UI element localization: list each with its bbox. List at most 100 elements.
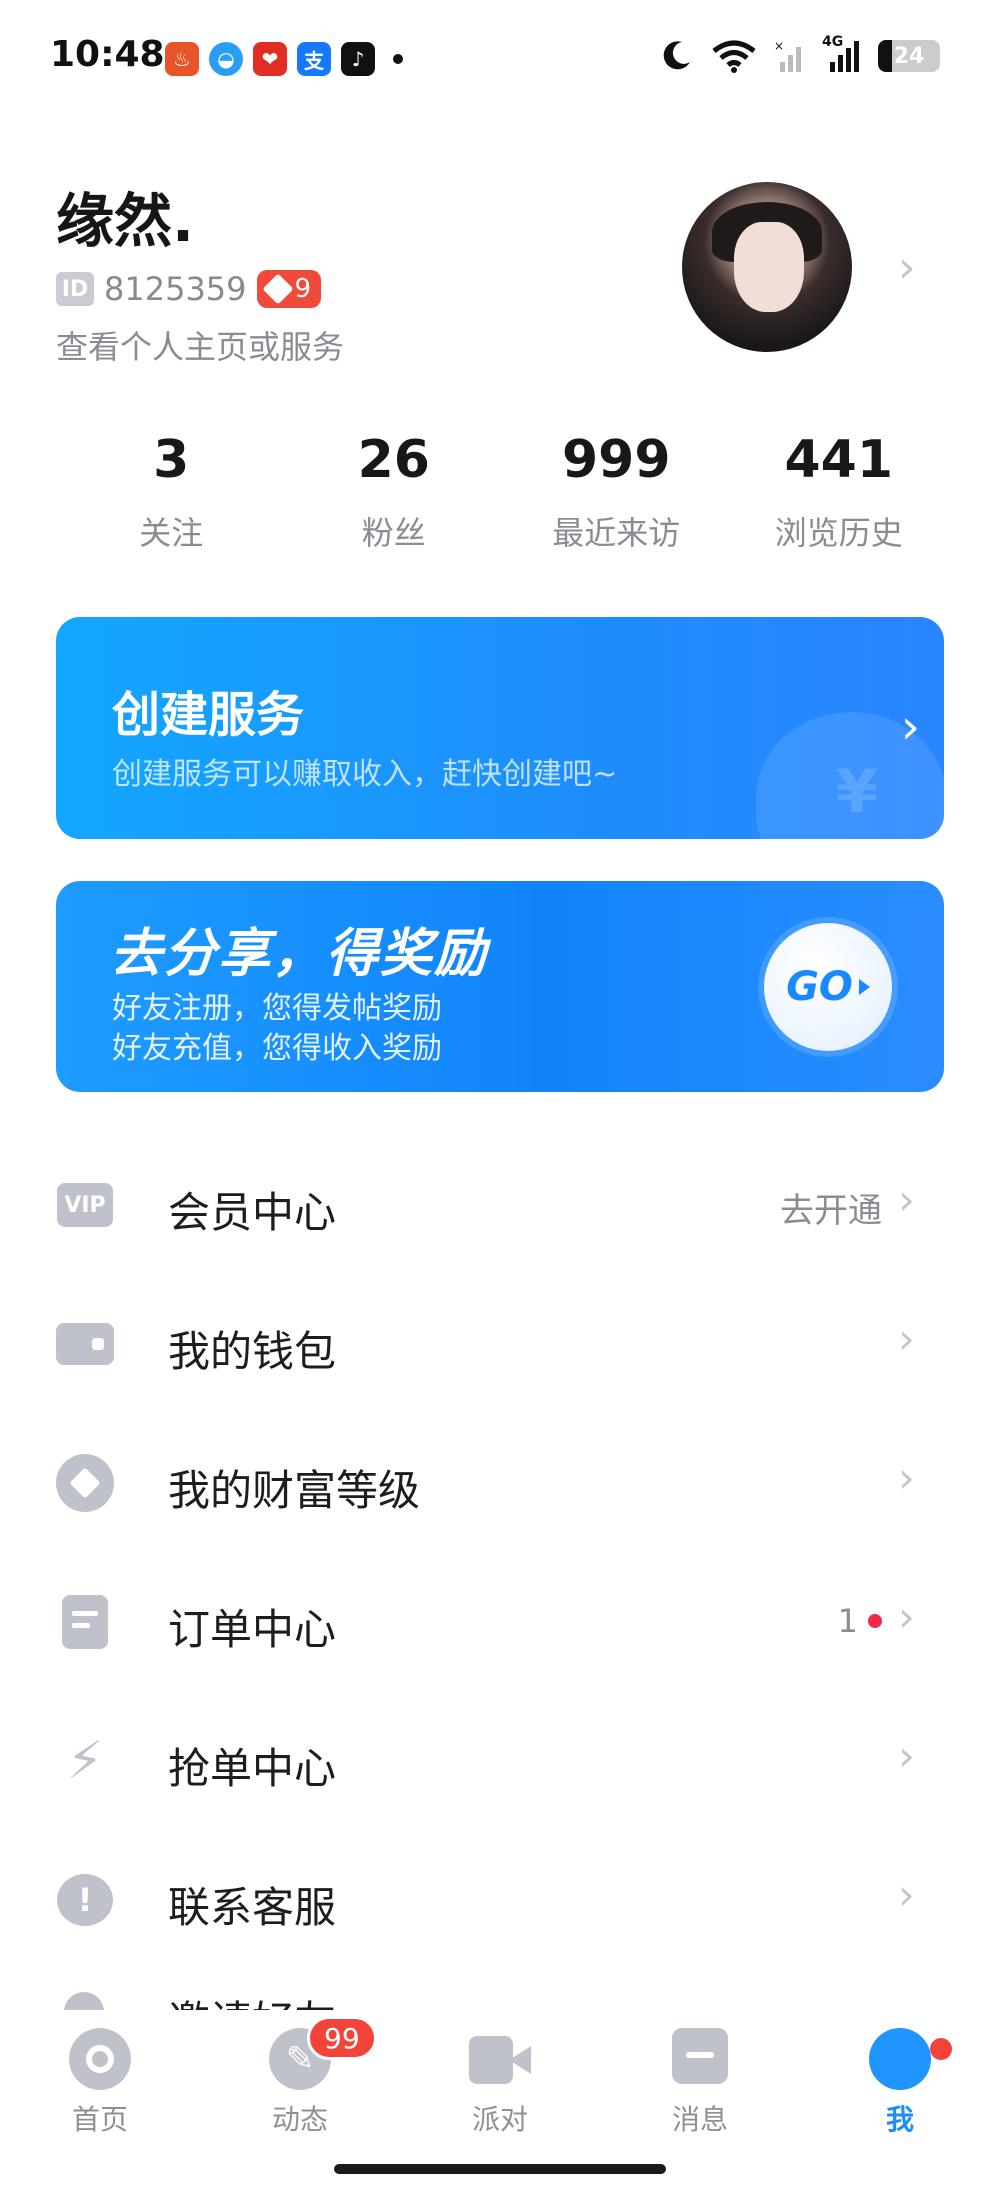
diamond-icon bbox=[261, 273, 294, 305]
go-button[interactable]: GO bbox=[764, 923, 892, 1051]
stat-value: 3 bbox=[153, 430, 190, 490]
menu-item-vip-center[interactable]: VIP 会员中心 去开通 › bbox=[0, 1135, 1000, 1274]
chevron-right-icon: › bbox=[898, 1731, 915, 1780]
chevron-right-icon: › bbox=[898, 1592, 915, 1641]
tab-home[interactable]: 首页 bbox=[40, 2028, 160, 2138]
order-count: 1 bbox=[837, 1602, 858, 1640]
tab-label: 派对 bbox=[471, 2103, 528, 2136]
menu-item-label: 会员中心 bbox=[168, 1188, 337, 1237]
menu-item-label: 我的财富等级 bbox=[168, 1466, 421, 1515]
video-camera-icon bbox=[469, 2036, 531, 2084]
home-indicator[interactable] bbox=[334, 2164, 666, 2174]
stats-row: 3 关注 26 粉丝 999 最近来访 441 浏览历史 bbox=[60, 430, 950, 554]
share-reward-title: 去分享，得奖励 bbox=[110, 924, 489, 984]
user-id-number: 8125359 bbox=[104, 270, 247, 308]
tab-party[interactable]: 派对 bbox=[440, 2028, 560, 2138]
profile-subtitle: 查看个人主页或服务 bbox=[56, 328, 345, 366]
tiktok-icon: ♪ bbox=[341, 42, 375, 76]
go-label: GO bbox=[786, 964, 853, 1010]
alipay-icon: 支 bbox=[297, 42, 331, 76]
signal-4g-icon: 4G bbox=[822, 34, 860, 74]
status-bar: 10:48 ♨ ◒ ❤ 支 ♪ × 4G 24 bbox=[0, 0, 1000, 110]
chevron-right-icon: › bbox=[898, 1314, 915, 1363]
invite-icon bbox=[64, 1992, 104, 2010]
share-reward-line2: 好友充值，您得收入奖励 bbox=[112, 1031, 442, 1066]
unread-dot bbox=[868, 1614, 882, 1628]
home-icon bbox=[69, 2028, 131, 2090]
signal-sim1-icon: × bbox=[774, 39, 801, 72]
vip-icon: VIP bbox=[57, 1183, 113, 1227]
vip-activate-link[interactable]: 去开通 bbox=[780, 1183, 882, 1232]
message-icon bbox=[672, 2028, 728, 2084]
stat-label: 关注 bbox=[139, 514, 204, 552]
menu-item-wallet[interactable]: 我的钱包 › bbox=[0, 1274, 1000, 1413]
feed-unread-badge: 99 bbox=[307, 2016, 377, 2060]
share-reward-line1: 好友注册，您得发帖奖励 bbox=[112, 991, 442, 1026]
support-chat-icon: ! bbox=[57, 1874, 113, 1926]
chevron-right-icon[interactable]: › bbox=[898, 242, 916, 293]
create-service-title: 创建服务 bbox=[112, 687, 305, 743]
stat-value: 999 bbox=[561, 430, 671, 490]
chevron-right-icon: › bbox=[900, 699, 920, 755]
menu-item-label: 邀请好友 bbox=[168, 1988, 336, 2010]
play-arrow-icon bbox=[858, 979, 870, 995]
chevron-right-icon: › bbox=[898, 1453, 915, 1502]
svg-text:×: × bbox=[774, 39, 784, 53]
menu-item-label: 抢单中心 bbox=[168, 1744, 337, 1793]
stat-label: 粉丝 bbox=[361, 514, 426, 552]
menu-item-grab-orders[interactable]: ⚡ 抢单中心 › bbox=[0, 1691, 1000, 1830]
order-document-icon bbox=[62, 1595, 108, 1649]
stat-label: 浏览历史 bbox=[774, 514, 903, 552]
menu-item-customer-service[interactable]: ! 联系客服 › bbox=[0, 1830, 1000, 1969]
wifi-icon bbox=[712, 40, 756, 73]
stat-fans[interactable]: 26 粉丝 bbox=[283, 430, 506, 554]
menu-item-label: 联系客服 bbox=[168, 1883, 337, 1932]
stat-value: 26 bbox=[357, 430, 430, 490]
chevron-right-icon: › bbox=[898, 1175, 915, 1224]
user-nickname: 缘然. bbox=[56, 187, 195, 255]
me-notification-dot bbox=[930, 2038, 952, 2060]
status-time: 10:48 bbox=[50, 34, 165, 75]
profile-header[interactable]: 缘然. ID 8125359 9 查看个人主页或服务 › bbox=[0, 170, 1000, 380]
id-tag-icon: ID bbox=[56, 272, 94, 306]
wallet-icon bbox=[56, 1323, 114, 1365]
battery-indicator: 24 bbox=[878, 40, 940, 72]
more-notifications-dot bbox=[393, 54, 403, 64]
yen-icon: ¥ bbox=[836, 757, 878, 827]
tab-label: 首页 bbox=[71, 2103, 128, 2136]
user-id-row: ID 8125359 9 bbox=[56, 270, 322, 308]
stat-browse-history[interactable]: 441 浏览历史 bbox=[728, 430, 951, 554]
stat-label: 最近来访 bbox=[552, 514, 681, 552]
wealth-level-value: 9 bbox=[294, 274, 312, 304]
create-service-banner[interactable]: ¥ 创建服务 创建服务可以赚取收入，赶快创建吧~ › bbox=[56, 617, 944, 839]
moon-icon bbox=[663, 41, 690, 70]
create-service-subtitle: 创建服务可以赚取收入，赶快创建吧~ bbox=[112, 757, 618, 792]
tab-label: 消息 bbox=[671, 2103, 728, 2136]
stat-following[interactable]: 3 关注 bbox=[60, 430, 283, 554]
menu-list: VIP 会员中心 去开通 › 我的钱包 › 我的财富等级 › 订单中心 1 › … bbox=[0, 1135, 1000, 1969]
menu-item-label: 我的钱包 bbox=[168, 1327, 337, 1376]
stat-recent-visitors[interactable]: 999 最近来访 bbox=[505, 430, 728, 554]
diamond-icon bbox=[56, 1454, 114, 1512]
browser-app-icon: ◒ bbox=[209, 42, 243, 76]
fire-app-icon: ♨ bbox=[165, 42, 199, 76]
menu-item-wealth-level[interactable]: 我的财富等级 › bbox=[0, 1413, 1000, 1552]
avatar[interactable] bbox=[682, 182, 852, 352]
lightning-icon: ⚡ bbox=[66, 1731, 104, 1791]
order-count-badge: 1 bbox=[838, 1602, 882, 1640]
stat-value: 441 bbox=[784, 430, 894, 490]
tab-label: 动态 bbox=[271, 2103, 328, 2136]
notification-icons: ♨ ◒ ❤ 支 ♪ bbox=[165, 42, 403, 76]
tab-label: 我 bbox=[885, 2103, 914, 2136]
chevron-right-icon: › bbox=[898, 1870, 915, 1919]
menu-item-order-center[interactable]: 订单中心 1 › bbox=[0, 1552, 1000, 1691]
battery-level: 24 bbox=[893, 43, 925, 69]
profile-icon bbox=[869, 2028, 931, 2090]
menu-item-invite-friends[interactable]: 邀请好友 bbox=[0, 1970, 1000, 2010]
wealth-level-badge: 9 bbox=[256, 270, 322, 308]
menu-item-label: 订单中心 bbox=[168, 1605, 337, 1654]
pinduoduo-icon: ❤ bbox=[253, 42, 287, 76]
share-reward-banner[interactable]: 去分享，得奖励 好友注册，您得发帖奖励 好友充值，您得收入奖励 GO bbox=[56, 881, 944, 1092]
status-indicators: × 4G 24 bbox=[658, 34, 940, 74]
tab-messages[interactable]: 消息 bbox=[640, 2028, 760, 2138]
